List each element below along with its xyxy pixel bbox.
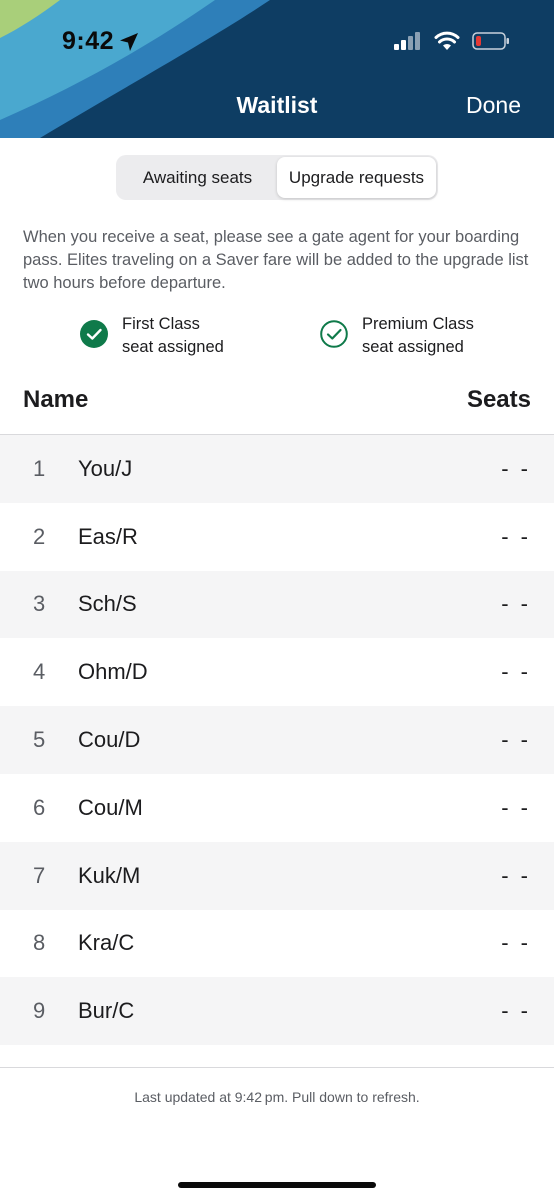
row-seats: - - — [501, 455, 531, 481]
column-header-name: Name — [23, 386, 89, 413]
legend: First Class seat assigned Premium Class … — [0, 313, 554, 363]
legend-premium-line1: Premium Class — [362, 315, 474, 333]
row-name: Ohm/D — [78, 659, 148, 685]
last-updated-text: Last updated at 9:42 pm. Pull down to re… — [134, 1089, 420, 1105]
legend-premium-line2: seat assigned — [362, 338, 464, 356]
check-circle-filled-icon — [80, 319, 108, 353]
row-name: Cou/M — [78, 794, 143, 820]
home-indicator[interactable] — [178, 1182, 376, 1188]
table-row: 6 Cou/M - - — [0, 774, 554, 842]
status-icons — [394, 31, 510, 55]
row-number: 2 — [33, 523, 46, 549]
info-text: When you receive a seat, please see a ga… — [23, 228, 529, 292]
row-name: Kra/C — [78, 930, 135, 956]
row-seats: - - — [501, 998, 531, 1024]
row-seats: - - — [501, 930, 531, 956]
row-name: Kuk/M — [78, 862, 141, 888]
row-name: Eas/R — [78, 523, 138, 549]
row-seats: - - — [501, 862, 531, 888]
waitlist-segmented-control: Awaiting seats Upgrade requests — [116, 155, 438, 200]
status-time: 9:42 — [62, 27, 140, 56]
row-seats: - - — [501, 727, 531, 753]
table-row: 8 Kra/C - - — [0, 910, 554, 978]
row-number: 1 — [33, 455, 46, 481]
row-seats: - - — [501, 591, 531, 617]
legend-first-class: First Class seat assigned — [80, 313, 224, 359]
table-row: 2 Eas/R - - — [0, 503, 554, 571]
footer-divider — [0, 1067, 554, 1068]
column-header-seats: Seats — [466, 386, 531, 413]
legend-first-line2: seat assigned — [122, 338, 224, 356]
table-row: 3 Sch/S - - — [0, 570, 554, 639]
row-name: You/J — [78, 455, 133, 481]
table-row: 4 Ohm/D - - — [0, 638, 554, 706]
row-number: 3 — [33, 591, 46, 617]
table-row: 1 You/J - - — [0, 435, 554, 503]
row-number: 4 — [33, 659, 46, 685]
location-arrow-icon — [118, 31, 140, 53]
done-button[interactable]: Done — [466, 92, 521, 119]
cellular-signal-icon — [394, 31, 422, 55]
legend-first-line1: First Class — [122, 315, 200, 333]
wifi-icon — [434, 31, 460, 55]
battery-icon — [472, 31, 510, 55]
row-name: Sch/S — [78, 591, 137, 617]
table-row: 5 Cou/D - - — [0, 706, 554, 774]
row-number: 8 — [33, 930, 46, 956]
tab-upgrade-requests[interactable]: Upgrade requests — [277, 157, 436, 198]
check-circle-outline-icon — [320, 319, 348, 353]
row-number: 9 — [33, 998, 46, 1024]
legend-premium-class: Premium Class seat assigned — [320, 313, 474, 359]
row-seats: - - — [501, 794, 531, 820]
row-name: Bur/C — [78, 998, 135, 1024]
row-number: 5 — [33, 727, 46, 753]
row-name: Cou/D — [78, 727, 141, 753]
table-row: 9 Bur/C - - — [0, 977, 554, 1046]
row-seats: - - — [501, 523, 531, 549]
time-text: 9:42 — [62, 27, 115, 55]
table-row: 7 Kuk/M - - — [0, 841, 554, 910]
row-number: 6 — [33, 794, 46, 820]
header: 9:42 Waitlist Done — [0, 0, 554, 138]
row-number: 7 — [33, 862, 46, 888]
row-seats: - - — [501, 659, 531, 685]
tab-awaiting-seats[interactable]: Awaiting seats — [118, 157, 277, 198]
waitlist-table: 1 You/J - - 2 Eas/R - - 3 Sch/S - - 4 Oh… — [0, 435, 554, 1046]
